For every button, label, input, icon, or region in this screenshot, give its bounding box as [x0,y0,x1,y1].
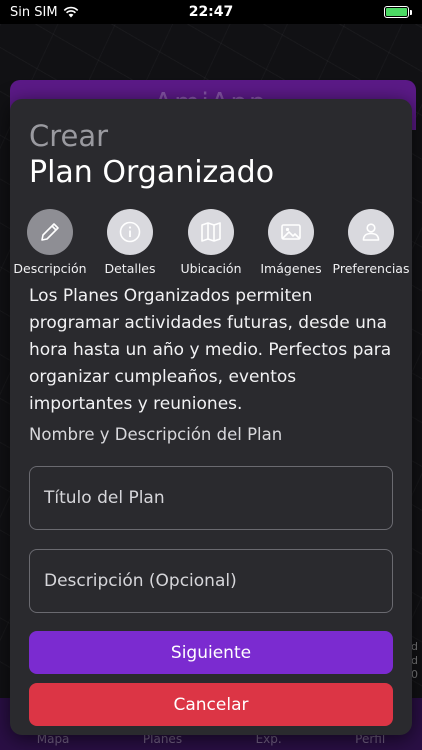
plan-description-input[interactable]: Descripción (Opcional) [29,549,393,613]
plan-title-input[interactable]: Título del Plan [29,466,393,530]
next-button[interactable]: Siguiente [29,631,393,674]
step-label: Detalles [104,261,156,276]
modal-title-small: Crear [29,119,109,153]
modal-title: Plan Organizado [29,155,275,190]
step-label: Descripción [13,261,87,276]
battery-icon [384,6,412,18]
step-label: Ubicación [180,261,242,276]
step-detalles[interactable]: Detalles [90,209,170,276]
carrier-label: Sin SIM [10,4,58,20]
section-label: Nombre y Descripción del Plan [29,425,283,444]
info-icon [107,209,153,255]
status-left: Sin SIM [10,5,79,20]
intro-text: Los Planes Organizados permiten programa… [29,286,392,414]
step-imagenes[interactable]: Imágenes [251,209,331,276]
background-side-text: d d 0 [411,640,418,681]
cancel-button[interactable]: Cancelar [29,683,393,726]
image-icon [268,209,314,255]
step-label: Imágenes [260,261,322,276]
step-indicator: Descripción Detalles Ubicación Imágenes … [10,209,412,279]
user-icon [348,209,394,255]
wifi-icon [63,6,78,18]
create-plan-modal: Crear Plan Organizado Descripción Detall… [10,99,412,735]
status-bar: Sin SIM 22:47 [0,0,422,24]
step-descripcion[interactable]: Descripción [10,209,90,276]
step-ubicacion[interactable]: Ubicación [171,209,251,276]
map-icon [188,209,234,255]
pencil-icon [27,209,73,255]
step-label: Preferencias [332,261,410,276]
step-preferencias[interactable]: Preferencias [331,209,411,276]
